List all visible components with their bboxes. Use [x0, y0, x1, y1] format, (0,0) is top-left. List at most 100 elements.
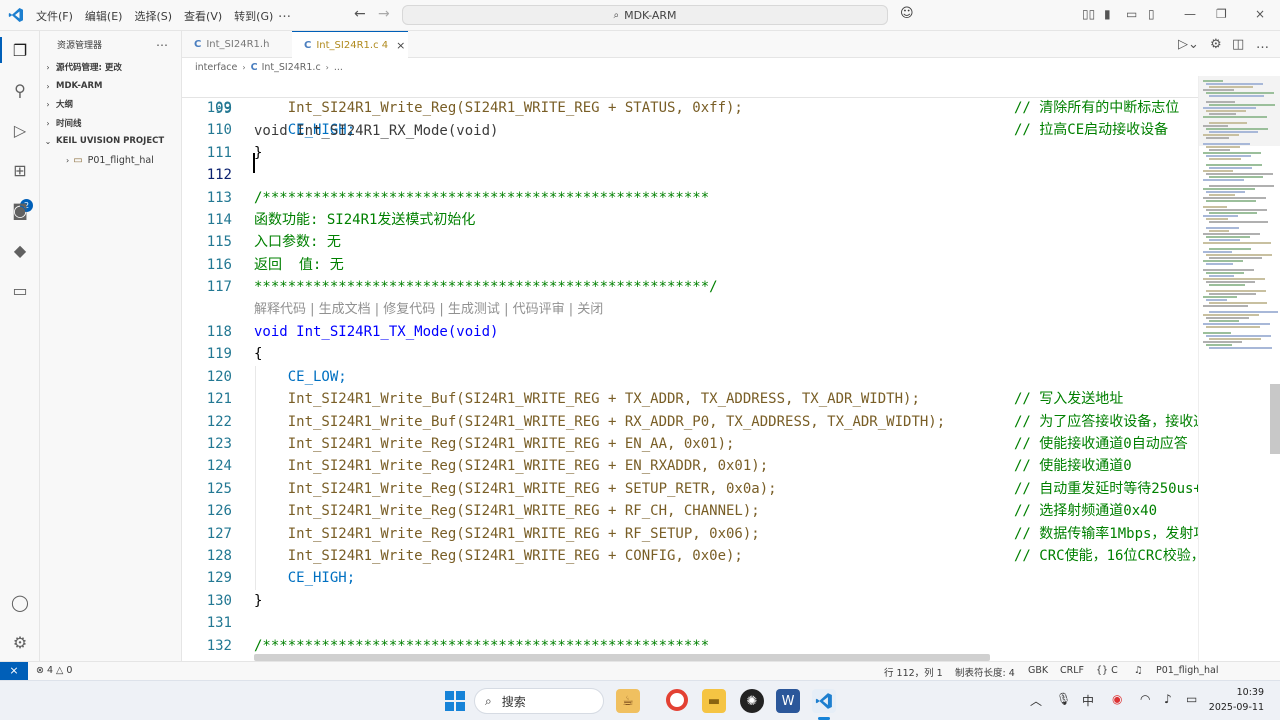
- tab-int-si24r1-c[interactable]: C Int_SI24R1.c 4 ×: [292, 31, 408, 58]
- copilot-icon[interactable]: ☺: [900, 6, 914, 21]
- taskbar-search[interactable]: ⌕ 搜索: [474, 688, 604, 714]
- code-editor[interactable]: Int_SI24R1_Write_Reg(SI24R1_WRITE_REG + …: [182, 76, 1198, 661]
- line-ending[interactable]: CRLF: [1060, 665, 1084, 676]
- code-line[interactable]: 114 函数功能: SI24R1发送模式初始化: [182, 209, 1198, 231]
- toggle-panel-icon[interactable]: ▭: [1126, 7, 1137, 21]
- menu-file[interactable]: 文件(F): [36, 8, 73, 24]
- code-line[interactable]: 113 /************************************…: [182, 187, 1198, 209]
- windows-start-icon[interactable]: [445, 691, 465, 711]
- account-icon[interactable]: ◯: [8, 590, 32, 614]
- menu-view[interactable]: 查看(V): [184, 8, 222, 24]
- encoding[interactable]: GBK: [1028, 665, 1048, 676]
- back-arrow-icon[interactable]: ←: [354, 6, 366, 22]
- run-debug-icon[interactable]: ▷: [8, 118, 32, 142]
- settings-icon[interactable]: ⚙: [1210, 37, 1222, 52]
- tab-int-si24r1-h[interactable]: C Int_SI24R1.h: [182, 31, 290, 58]
- search-activity-icon[interactable]: ⚲: [8, 78, 32, 102]
- sidebar-more-icon[interactable]: …: [156, 35, 168, 49]
- bell-icon[interactable]: ♫: [1134, 665, 1143, 676]
- minimize-icon[interactable]: —: [1184, 7, 1196, 21]
- code-line[interactable]: 120 CE_LOW;: [182, 366, 1198, 388]
- code-line[interactable]: 123 Int_SI24R1_Write_Reg(SI24R1_WRITE_RE…: [182, 433, 1198, 455]
- app-tray-icon[interactable]: ◉: [1112, 692, 1122, 706]
- robot-icon[interactable]: ◙: [8, 198, 32, 222]
- code-line[interactable]: 121 Int_SI24R1_Write_Buf(SI24R1_WRITE_RE…: [182, 388, 1198, 410]
- menu-edit[interactable]: 编辑(E): [85, 8, 123, 24]
- wifi-icon[interactable]: ◠: [1140, 692, 1150, 706]
- code-line[interactable]: 112: [182, 164, 1198, 186]
- widget-icon[interactable]: ☕: [616, 689, 640, 713]
- restore-icon[interactable]: ❐: [1216, 7, 1227, 21]
- code-line[interactable]: 130}: [182, 590, 1198, 612]
- code-line[interactable]: 126 Int_SI24R1_Write_Reg(SI24R1_WRITE_RE…: [182, 500, 1198, 522]
- search-icon: ⌕: [613, 9, 620, 21]
- split-editor-icon[interactable]: ◫: [1232, 37, 1244, 52]
- battery-icon[interactable]: ▭: [1186, 692, 1197, 706]
- project-item[interactable]: › ▭ P01_flight_hal: [66, 151, 154, 169]
- project-indicator[interactable]: P01_fligh_hal: [1156, 665, 1218, 676]
- code-line[interactable]: 118 void Int_SI24R1_TX_Mode(void): [182, 321, 1198, 343]
- section-source-control[interactable]: › 源代码管理: 更改: [40, 58, 182, 76]
- vertical-scrollbar[interactable]: [1270, 384, 1280, 454]
- sticky-code: void Int_SI24R1_RX_Mode(void): [254, 123, 499, 139]
- vscode-taskbar-icon[interactable]: [812, 689, 836, 713]
- chatgpt-icon[interactable]: ✺: [740, 689, 764, 713]
- code-line[interactable]: 131: [182, 612, 1198, 634]
- explorer-icon[interactable]: ❐: [8, 38, 32, 62]
- remote-icon[interactable]: ⨯: [0, 662, 28, 681]
- code-text: Int_SI24R1_Write_Reg(SI24R1_WRITE_REG + …: [254, 100, 743, 116]
- forward-arrow-icon[interactable]: →: [378, 6, 390, 22]
- command-center[interactable]: ⌕ MDK-ARM: [402, 5, 888, 25]
- code-line[interactable]: 124 Int_SI24R1_Write_Reg(SI24R1_WRITE_RE…: [182, 455, 1198, 477]
- code-line[interactable]: 128 Int_SI24R1_Write_Reg(SI24R1_WRITE_RE…: [182, 545, 1198, 567]
- close-tab-icon[interactable]: ×: [396, 39, 405, 52]
- word-icon[interactable]: W: [776, 689, 800, 713]
- breadcrumb-folder[interactable]: interface: [195, 62, 237, 73]
- section-timeline[interactable]: › 时间线: [40, 114, 182, 132]
- code-line[interactable]: 122 Int_SI24R1_Write_Buf(SI24R1_WRITE_RE…: [182, 411, 1198, 433]
- toggle-secondary-sidebar-icon[interactable]: ▯: [1148, 7, 1155, 21]
- problems-indicator[interactable]: ⊗ 4 △ 0: [36, 665, 72, 676]
- language-mode[interactable]: {} C: [1096, 665, 1118, 676]
- code-line[interactable]: 117 *************************************…: [182, 276, 1198, 298]
- code-line[interactable]: 119 {: [182, 343, 1198, 365]
- cursor-position[interactable]: 行 112，列 1: [884, 665, 943, 679]
- breadcrumb-symbol[interactable]: ...: [334, 62, 343, 73]
- tray-chevron-icon[interactable]: ︿: [1030, 692, 1042, 709]
- more-actions-icon[interactable]: …: [1256, 37, 1269, 52]
- sidebar-title: 资源管理器: [57, 41, 103, 51]
- codelens-actions[interactable]: 解释代码 | 生成文档 | 修复代码 | 生成测试 | 代码评审 | 关闭: [254, 299, 603, 321]
- code-line[interactable]: 109 Int_SI24R1_Write_Reg(SI24R1_WRITE_RE…: [182, 97, 1198, 119]
- tab-size[interactable]: 制表符长度: 4: [955, 665, 1015, 679]
- breadcrumb-file[interactable]: Int_SI24R1.c: [262, 62, 321, 73]
- ime-icon[interactable]: 中: [1082, 692, 1094, 709]
- toggle-sidebar-icon[interactable]: ▮: [1104, 7, 1111, 21]
- chrome-icon[interactable]: [666, 689, 688, 711]
- run-debug-dropdown-icon[interactable]: ▷⌄: [1178, 37, 1199, 52]
- system-clock[interactable]: 10:39 2025-09-11: [1208, 685, 1264, 715]
- code-line[interactable]: 127 Int_SI24R1_Write_Reg(SI24R1_WRITE_RE…: [182, 523, 1198, 545]
- code-line[interactable]: 125 Int_SI24R1_Write_Reg(SI24R1_WRITE_RE…: [182, 478, 1198, 500]
- section-mdk-arm[interactable]: › MDK-ARM: [40, 77, 182, 95]
- volume-icon[interactable]: ♪: [1164, 692, 1172, 706]
- file-explorer-icon[interactable]: ▬: [702, 689, 726, 713]
- menu-selection[interactable]: 选择(S): [134, 8, 172, 24]
- close-window-icon[interactable]: ×: [1255, 7, 1265, 21]
- code-line[interactable]: 115 入口参数: 无: [182, 231, 1198, 253]
- section-outline[interactable]: › 大纲: [40, 95, 182, 113]
- settings-gear-icon[interactable]: ⚙: [8, 630, 32, 654]
- sticky-scroll-header[interactable]: 99 void Int_SI24R1_RX_Mode(void): [182, 76, 1198, 139]
- extensions-icon[interactable]: ⊞: [8, 158, 32, 182]
- cube-icon[interactable]: ◆: [8, 238, 32, 262]
- microphone-icon[interactable]: 🎙: [1056, 692, 1071, 706]
- more-menu-icon[interactable]: …: [278, 6, 291, 21]
- folder-icon[interactable]: ▭: [8, 278, 32, 302]
- code-line[interactable]: 129 CE_HIGH;: [182, 567, 1198, 589]
- minimap[interactable]: [1198, 76, 1280, 661]
- code-line[interactable]: 116 返回 值: 无: [182, 254, 1198, 276]
- menu-go[interactable]: 转到(G): [234, 8, 273, 24]
- section-keil-project[interactable]: ⌄ KEIL UVISION PROJECT: [40, 132, 182, 150]
- layout-icon[interactable]: ▯▯: [1082, 7, 1095, 21]
- horizontal-scrollbar[interactable]: [254, 654, 990, 661]
- code-line[interactable]: 111}: [182, 142, 1198, 164]
